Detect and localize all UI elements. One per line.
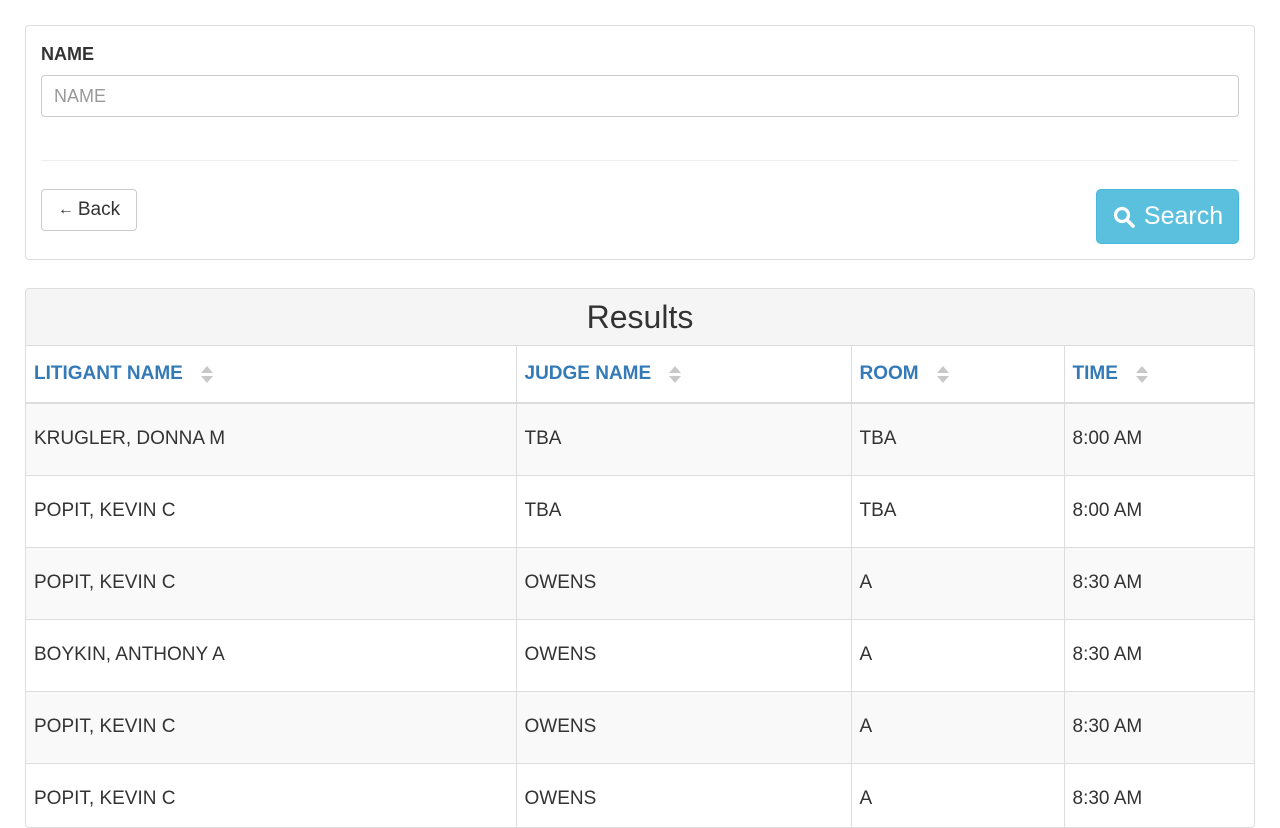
sort-icon[interactable] [936,366,949,384]
table-row: POPIT, KEVIN C OWENS A 8:30 AM [26,762,1254,827]
sort-icon[interactable] [669,366,682,384]
column-header-judge-name[interactable]: JUDGE NAME [515,346,852,404]
results-heading: Results [26,289,1254,346]
search-button[interactable]: Search [1096,189,1239,244]
name-input[interactable] [41,75,1239,117]
table-row: POPIT, KEVIN C TBA TBA 8:00 AM [26,474,1254,548]
sort-icon[interactable] [1135,366,1148,384]
column-header-litigant-name[interactable]: LITIGANT NAME [26,346,517,404]
column-header-label: LITIGANT NAME [34,363,183,384]
judge-name-cell: OWENS [515,762,852,827]
column-header-label: ROOM [859,363,919,384]
column-header-label: TIME [1072,363,1118,384]
room-cell: TBA [850,474,1065,548]
litigant-name-cell: POPIT, KEVIN C [26,474,517,548]
results-panel: Results LITIGANT NAME JUDGE NAME ROOM TI… [25,288,1255,828]
search-panel: NAME ← Back Search [25,25,1255,260]
litigant-name-cell: BOYKIN, ANTHONY A [26,618,517,692]
time-cell: 8:30 AM [1063,546,1254,620]
name-label: NAME [41,44,94,64]
column-header-time[interactable]: TIME [1063,346,1254,404]
results-table: LITIGANT NAME JUDGE NAME ROOM TIME KRUGL… [26,346,1254,827]
litigant-name-cell: POPIT, KEVIN C [26,690,517,764]
column-header-label: JUDGE NAME [524,363,652,384]
search-button-label: Search [1143,202,1224,230]
left-arrow-icon: ← [57,201,74,218]
litigant-name-cell: POPIT, KEVIN C [26,546,517,620]
judge-name-cell: TBA [515,474,852,548]
room-cell: A [850,762,1065,827]
table-header-row: LITIGANT NAME JUDGE NAME ROOM TIME [26,346,1254,404]
room-cell: A [850,618,1065,692]
judge-name-cell: OWENS [515,690,852,764]
back-button-label: Back [77,199,121,220]
table-row: BOYKIN, ANTHONY A OWENS A 8:30 AM [26,618,1254,692]
search-icon [1112,205,1136,229]
back-button[interactable]: ← Back [41,189,137,231]
column-header-room[interactable]: ROOM [850,346,1065,404]
litigant-name-cell: KRUGLER, DONNA M [26,402,517,476]
time-cell: 8:30 AM [1063,618,1254,692]
sort-icon[interactable] [200,366,213,384]
time-cell: 8:00 AM [1063,402,1254,476]
room-cell: TBA [850,402,1065,476]
judge-name-cell: OWENS [515,546,852,620]
table-row: POPIT, KEVIN C OWENS A 8:30 AM [26,690,1254,764]
room-cell: A [850,690,1065,764]
time-cell: 8:30 AM [1063,690,1254,764]
judge-name-cell: OWENS [515,618,852,692]
judge-name-cell: TBA [515,402,852,476]
table-row: KRUGLER, DONNA M TBA TBA 8:00 AM [26,402,1254,476]
litigant-name-cell: POPIT, KEVIN C [26,762,517,827]
time-cell: 8:00 AM [1063,474,1254,548]
form-divider [41,160,1239,161]
time-cell: 8:30 AM [1063,762,1254,827]
room-cell: A [850,546,1065,620]
table-row: POPIT, KEVIN C OWENS A 8:30 AM [26,546,1254,620]
